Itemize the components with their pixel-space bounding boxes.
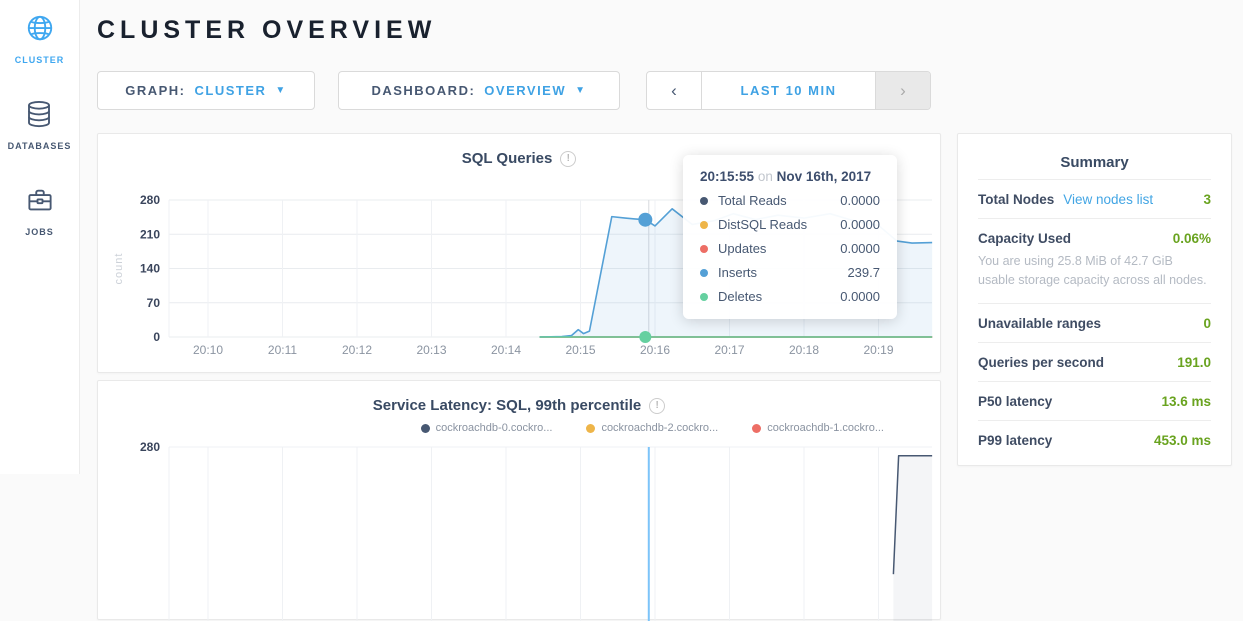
- summary-row-p99: P99 latency 453.0 ms: [978, 421, 1211, 459]
- info-icon[interactable]: !: [560, 151, 576, 167]
- summary-row-unavailable-ranges: Unavailable ranges 0: [978, 304, 1211, 342]
- legend-item-node2[interactable]: cockroachdb-2.cockro...: [586, 422, 718, 434]
- svg-text:70: 70: [147, 296, 161, 310]
- series-dot-icon: [700, 293, 708, 301]
- summary-row-qps: Queries per second 191.0: [978, 343, 1211, 381]
- total-nodes-value: 3: [1203, 192, 1211, 207]
- series-dot-icon: [700, 221, 708, 229]
- svg-text:280: 280: [140, 193, 160, 207]
- tooltip-timestamp: 20:15:55 on Nov 16th, 2017: [700, 169, 880, 184]
- sidebar-item-databases[interactable]: DATABASES: [8, 99, 72, 151]
- chart-legend: cockroachdb-0.cockro... cockroachdb-2.co…: [98, 422, 940, 434]
- capacity-subtext: You are using 25.8 MiB of 42.7 GiB usabl…: [978, 252, 1211, 303]
- tooltip-row: Total Reads 0.0000: [700, 193, 880, 208]
- legend-dot-icon: [752, 424, 761, 433]
- svg-text:20:17: 20:17: [714, 343, 744, 357]
- dashboard-dropdown-value: OVERVIEW: [484, 83, 566, 98]
- svg-text:140: 140: [140, 262, 160, 276]
- chart-title: Service Latency: SQL, 99th percentile: [373, 397, 641, 414]
- graph-dropdown[interactable]: GRAPH: CLUSTER ▼: [97, 71, 315, 110]
- series-dot-icon: [700, 269, 708, 277]
- sidebar-item-jobs[interactable]: JOBS: [25, 185, 55, 237]
- briefcase-icon: [25, 185, 55, 220]
- content-row: SQL Queries ! 0 70 140 210 280 20:10 20:11 20:1…: [97, 133, 1243, 620]
- tooltip-row: Updates 0.0000: [700, 241, 880, 256]
- svg-text:20:13: 20:13: [416, 343, 446, 357]
- svg-text:20:15: 20:15: [565, 343, 595, 357]
- svg-text:20:10: 20:10: [193, 343, 223, 357]
- time-window-next-button[interactable]: ›: [875, 72, 930, 109]
- summary-title: Summary: [978, 154, 1211, 171]
- svg-text:20:18: 20:18: [789, 343, 819, 357]
- view-nodes-list-link[interactable]: View nodes list: [1063, 192, 1153, 207]
- sidebar-item-label: JOBS: [25, 227, 54, 237]
- dashboard-dropdown[interactable]: DASHBOARD: OVERVIEW ▼: [338, 71, 620, 110]
- legend-item-node0[interactable]: cockroachdb-0.cockro...: [421, 422, 553, 434]
- controls-bar: GRAPH: CLUSTER ▼ DASHBOARD: OVERVIEW ▼ ‹…: [97, 71, 1243, 110]
- qps-value: 191.0: [1177, 355, 1211, 370]
- series-dot-icon: [700, 197, 708, 205]
- svg-text:20:16: 20:16: [640, 343, 670, 357]
- graph-dropdown-label: GRAPH:: [125, 83, 185, 98]
- sidebar-item-label: DATABASES: [8, 141, 72, 151]
- svg-text:0: 0: [153, 330, 160, 344]
- chart-title: SQL Queries: [462, 150, 553, 167]
- app-root: CLUSTER DATABASES: [0, 0, 1243, 474]
- service-latency-chart[interactable]: 280: [98, 441, 940, 621]
- capacity-used-value: 0.06%: [1173, 231, 1211, 246]
- chevron-down-icon: ▼: [575, 85, 586, 96]
- unavailable-ranges-value: 0: [1203, 316, 1211, 331]
- tooltip-row: Inserts 239.7: [700, 265, 880, 280]
- globe-icon: [25, 13, 55, 48]
- svg-text:20:14: 20:14: [491, 343, 521, 357]
- time-window-label[interactable]: LAST 10 MIN: [702, 72, 875, 109]
- chevron-down-icon: ▼: [275, 85, 286, 96]
- service-latency-panel: Service Latency: SQL, 99th percentile ! …: [97, 380, 941, 620]
- database-icon: [24, 99, 54, 134]
- series-dot-icon: [700, 245, 708, 253]
- svg-text:20:11: 20:11: [268, 343, 297, 357]
- page-title: CLUSTER OVERVIEW: [97, 15, 1243, 45]
- main-content: CLUSTER OVERVIEW GRAPH: CLUSTER ▼ DASHBO…: [80, 0, 1243, 474]
- legend-dot-icon: [421, 424, 430, 433]
- svg-text:280: 280: [140, 441, 160, 454]
- summary-panel: Summary Total Nodes View nodes list 3 Ca…: [957, 133, 1232, 466]
- summary-row-total-nodes: Total Nodes View nodes list 3: [978, 180, 1211, 218]
- p99-latency-value: 453.0 ms: [1154, 433, 1211, 448]
- time-window-prev-button[interactable]: ‹: [647, 72, 702, 109]
- sidebar: CLUSTER DATABASES: [0, 0, 80, 474]
- legend-item-node1[interactable]: cockroachdb-1.cockro...: [752, 422, 884, 434]
- graph-dropdown-value: CLUSTER: [194, 83, 266, 98]
- dashboard-dropdown-label: DASHBOARD:: [371, 83, 475, 98]
- legend-dot-icon: [586, 424, 595, 433]
- tooltip-row: DistSQL Reads 0.0000: [700, 217, 880, 232]
- chevron-left-icon: ‹: [671, 81, 677, 101]
- chevron-right-icon: ›: [900, 81, 906, 101]
- p50-latency-value: 13.6 ms: [1161, 394, 1211, 409]
- summary-row-p50: P50 latency 13.6 ms: [978, 382, 1211, 420]
- tooltip-row: Deletes 0.0000: [700, 289, 880, 304]
- svg-text:20:19: 20:19: [863, 343, 893, 357]
- time-window-selector: ‹ LAST 10 MIN ›: [646, 71, 931, 110]
- sidebar-item-label: CLUSTER: [15, 55, 65, 65]
- svg-text:210: 210: [140, 227, 160, 241]
- info-icon[interactable]: !: [649, 398, 665, 414]
- chart-hover-tooltip: 20:15:55 on Nov 16th, 2017 Total Reads 0…: [683, 155, 897, 319]
- sidebar-item-cluster[interactable]: CLUSTER: [15, 13, 65, 65]
- svg-text:20:12: 20:12: [342, 343, 372, 357]
- svg-text:count: count: [113, 253, 125, 285]
